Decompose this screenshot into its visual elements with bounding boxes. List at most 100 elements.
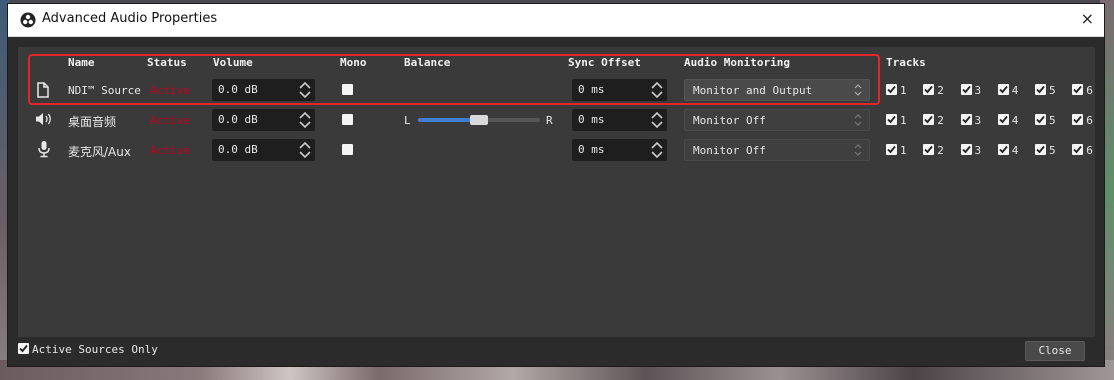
sync-offset-value: 0 ms: [578, 113, 605, 126]
spin-arrows-icon[interactable]: [649, 139, 665, 161]
mono-checkbox[interactable]: [342, 144, 353, 155]
checkmark-icon: [1036, 145, 1045, 154]
checkmark-icon: [924, 115, 933, 124]
checkmark-icon: [999, 85, 1008, 94]
sync-offset-spinbox[interactable]: 0 ms: [572, 79, 667, 101]
checkmark-icon: [924, 145, 933, 154]
status-badge: Active: [150, 114, 190, 127]
track-label: 5: [1049, 114, 1056, 127]
track-label: 4: [1011, 84, 1019, 97]
track-checkbox[interactable]: [1035, 144, 1046, 155]
track-label: 5: [1049, 84, 1056, 97]
status-badge: Active: [150, 144, 190, 157]
monitoring-dropdown[interactable]: Monitor and Output: [684, 79, 870, 101]
mono-checkbox[interactable]: [342, 114, 353, 125]
volume-spinbox[interactable]: 0.0 dB: [212, 79, 315, 101]
track-checkbox[interactable]: [960, 144, 972, 155]
track-label: 2: [937, 144, 944, 157]
checkmark-icon: [19, 344, 28, 353]
checkmark-icon: [1073, 85, 1082, 94]
track-label: 1: [900, 84, 907, 97]
track-label: 3: [974, 114, 982, 127]
track-checkbox[interactable]: [997, 144, 1009, 155]
sync-offset-spinbox[interactable]: 0 ms: [572, 139, 667, 161]
track-checkbox[interactable]: [997, 84, 1009, 95]
checkmark-icon: [1036, 115, 1045, 124]
track-label: 2: [937, 84, 944, 97]
chevron-updown-icon: [854, 144, 862, 156]
close-icon[interactable]: ×: [1081, 9, 1094, 28]
track-checkbox[interactable]: [960, 114, 972, 125]
checkmark-icon: [961, 145, 971, 154]
active-sources-label: Active Sources Only: [32, 343, 158, 356]
spin-arrows-icon[interactable]: [297, 109, 313, 131]
checkmark-icon: [887, 145, 896, 154]
header-status: Status: [147, 56, 187, 69]
track-checkbox[interactable]: [1035, 84, 1046, 95]
track-label: 6: [1086, 144, 1093, 157]
track-checkbox[interactable]: [923, 84, 935, 95]
volume-spinbox[interactable]: 0.0 dB: [212, 139, 315, 161]
track-checkbox[interactable]: [1072, 84, 1084, 95]
obs-logo-icon: [20, 12, 36, 28]
track-label: 1: [900, 144, 907, 157]
active-sources-checkbox-box[interactable]: [18, 343, 29, 354]
track-checkbox[interactable]: [1072, 144, 1084, 155]
mono-checkbox[interactable]: [342, 84, 353, 95]
source-name: NDI™ Source: [68, 84, 141, 97]
spin-arrows-icon[interactable]: [649, 79, 665, 101]
sync-offset-spinbox[interactable]: 0 ms: [572, 109, 667, 131]
balance-left-label: L: [404, 114, 411, 127]
title-bar: Advanced Audio Properties ×: [8, 4, 1104, 37]
track-checkbox[interactable]: [923, 144, 935, 155]
window-title: Advanced Audio Properties: [42, 11, 218, 26]
spin-arrows-icon[interactable]: [297, 139, 313, 161]
track-label: 4: [1011, 114, 1019, 127]
status-badge: Active: [150, 84, 190, 97]
sync-offset-value: 0 ms: [578, 143, 605, 156]
track-checkbox[interactable]: [886, 84, 897, 95]
speaker-icon: [36, 113, 51, 125]
track-checkbox[interactable]: [886, 144, 897, 155]
spin-arrows-icon[interactable]: [649, 109, 665, 131]
track-label: 2: [937, 114, 944, 127]
volume-value: 0.0 dB: [218, 143, 258, 156]
checkmark-icon: [924, 85, 933, 94]
chevron-updown-icon: [854, 114, 862, 126]
volume-value: 0.0 dB: [218, 113, 258, 126]
balance-slider-handle[interactable]: [470, 115, 488, 125]
monitoring-dropdown[interactable]: Monitor Off: [684, 139, 870, 161]
tracks-group: 1 2 3 4 5 6: [886, 114, 1103, 127]
balance-right-label: R: [546, 114, 553, 127]
checkmark-icon: [961, 85, 971, 94]
monitoring-dropdown[interactable]: Monitor Off: [684, 109, 870, 131]
source-name: 桌面音频: [68, 115, 117, 129]
close-button[interactable]: Close: [1025, 341, 1085, 361]
header-balance: Balance: [404, 56, 451, 69]
track-checkbox[interactable]: [960, 84, 972, 95]
active-sources-only-checkbox[interactable]: Active Sources Only: [18, 343, 158, 356]
microphone-icon: [38, 141, 50, 158]
header-volume: Volume: [213, 56, 253, 69]
tracks-group: 1 2 3 4 5 6: [886, 84, 1103, 97]
header-sync-offset: Sync Offset: [568, 56, 641, 69]
track-checkbox[interactable]: [997, 114, 1009, 125]
track-checkbox[interactable]: [1035, 114, 1046, 125]
checkmark-icon: [999, 145, 1008, 154]
checkmark-icon: [999, 115, 1008, 124]
track-checkbox[interactable]: [1072, 114, 1084, 125]
track-label: 1: [900, 114, 907, 127]
monitoring-value: Monitor Off: [693, 144, 766, 157]
sync-offset-value: 0 ms: [578, 83, 605, 96]
spin-arrows-icon[interactable]: [297, 79, 313, 101]
track-label: 5: [1049, 144, 1056, 157]
track-label: 6: [1086, 84, 1093, 97]
volume-spinbox[interactable]: 0.0 dB: [212, 109, 315, 131]
track-label: 3: [974, 84, 982, 97]
checkmark-icon: [1073, 115, 1082, 124]
track-checkbox[interactable]: [886, 114, 897, 125]
chevron-updown-icon: [854, 84, 862, 96]
track-checkbox[interactable]: [923, 114, 935, 125]
source-name: 麦克风/Aux: [68, 145, 131, 159]
header-mono: Mono: [340, 56, 367, 69]
